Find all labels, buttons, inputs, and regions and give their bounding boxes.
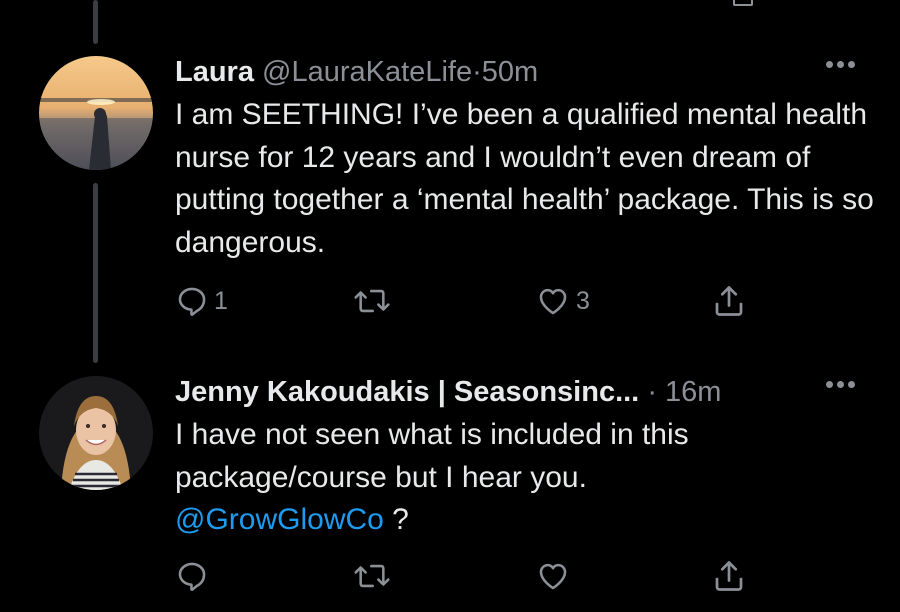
share-button[interactable]: [711, 281, 747, 321]
like-count: 3: [576, 286, 590, 315]
retweet-button[interactable]: [353, 281, 396, 321]
more-options-icon[interactable]: [826, 381, 855, 388]
tweet-text-tail: ?: [383, 503, 409, 536]
reply-count: 1: [214, 286, 228, 315]
share-icon: [715, 561, 743, 591]
tweet-header: Laura @LauraKateLife·50m: [175, 50, 875, 94]
like-button[interactable]: 3: [535, 281, 590, 321]
reply-button[interactable]: [175, 556, 214, 596]
author-name[interactable]: Jenny Kakoudakis | Seasonsinc...: [175, 376, 639, 408]
mention-link[interactable]: @GrowGlowCo: [175, 503, 384, 536]
tweet-text: I have not seen what is included in this…: [175, 414, 875, 542]
tweet-laura[interactable]: Laura @LauraKateLife·50m I am SEETHING! …: [175, 50, 875, 264]
reply-icon: [178, 562, 206, 591]
tweet-header: Jenny Kakoudakis | Seasonsinc... · 16m: [175, 370, 875, 414]
more-options-icon[interactable]: [826, 61, 855, 68]
timestamp[interactable]: 50m: [482, 56, 538, 88]
reply-button[interactable]: 1: [175, 281, 228, 321]
tweet-jenny[interactable]: Jenny Kakoudakis | Seasonsinc... · 16m I…: [175, 370, 875, 542]
author-name[interactable]: Laura: [175, 56, 254, 88]
separator-dot: ·: [647, 376, 657, 408]
retweet-button[interactable]: [353, 556, 396, 596]
thread-line-middle: [93, 183, 98, 363]
avatar-jenny[interactable]: [39, 376, 153, 490]
retweet-icon: [354, 289, 390, 313]
separator-dot: ·: [472, 56, 482, 88]
share-button[interactable]: [711, 556, 747, 596]
share-icon-partial: [733, 0, 753, 6]
tweet-actions: [175, 556, 875, 596]
timestamp[interactable]: 16m: [665, 376, 721, 408]
sunset-photo: [39, 56, 153, 170]
avatar-laura[interactable]: [39, 56, 153, 170]
tweet-actions: 1 3: [175, 281, 875, 321]
reply-icon: [178, 287, 206, 316]
retweet-icon: [354, 564, 390, 588]
heart-icon: [539, 288, 567, 315]
share-icon: [715, 286, 743, 316]
like-button[interactable]: [535, 556, 576, 596]
tweet-text-main: I have not seen what is included in this…: [175, 418, 689, 494]
thread-line-top: [93, 0, 98, 44]
portrait-photo: [39, 376, 153, 490]
author-handle[interactable]: @LauraKateLife: [262, 56, 472, 88]
heart-icon: [539, 563, 567, 590]
tweet-text: I am SEETHING! I’ve been a qualified men…: [175, 98, 874, 259]
